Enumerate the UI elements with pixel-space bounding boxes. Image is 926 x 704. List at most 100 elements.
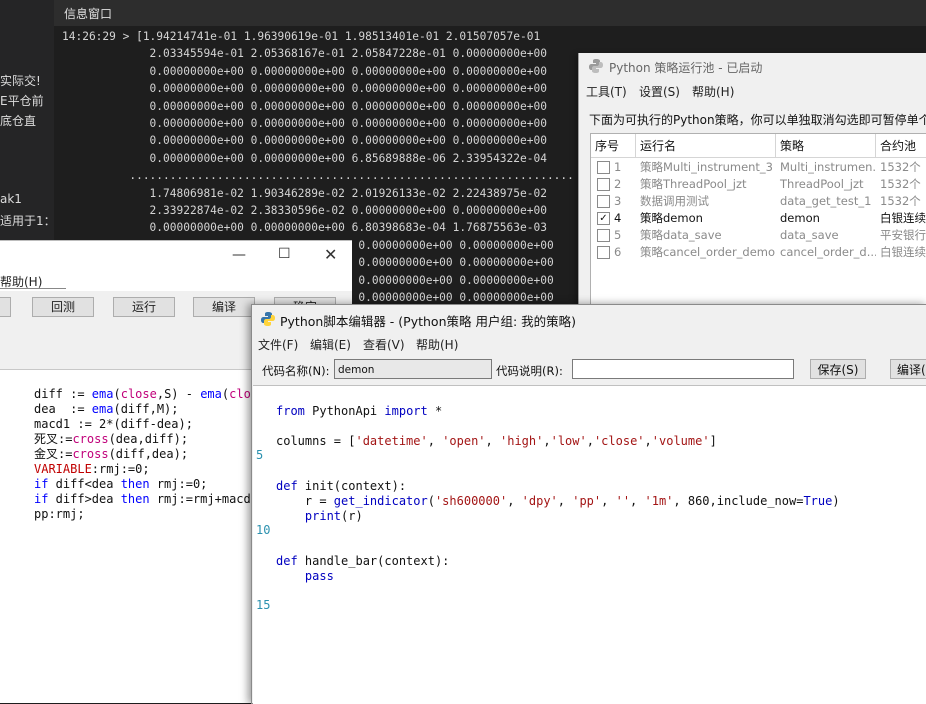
code-name-label: 代码名称(N): — [262, 364, 330, 378]
python-code-area[interactable]: 5 10 15 from PythonApi import * columns … — [253, 385, 926, 704]
row-run-name: 策略data_save — [640, 228, 722, 242]
row-pool: 1532个 — [880, 194, 921, 208]
compile-button[interactable]: 编译 — [193, 297, 255, 317]
side-text: E平仓前 — [0, 94, 44, 108]
row-pool: 白银连续 — [880, 211, 926, 225]
row-strategy: demon — [780, 211, 820, 225]
column-header-pool[interactable]: 合约池 — [876, 134, 926, 158]
strategy-pool-description: 下面为可执行的Python策略，你可以单独取消勾选即可暂停单个策 — [589, 113, 926, 127]
row-strategy: cancel_order_d... — [780, 245, 876, 259]
line-number: 10 — [256, 523, 271, 537]
toolbar-button-partial[interactable] — [0, 297, 11, 317]
line-number: 5 — [256, 448, 264, 462]
column-header-index[interactable]: 序号 — [591, 134, 636, 158]
row-checkbox[interactable] — [597, 178, 610, 191]
code-description-label: 代码说明(R): — [496, 364, 563, 378]
code-line: pp:rmj; — [34, 507, 85, 521]
row-strategy: data_save — [780, 228, 839, 242]
minimize-icon[interactable]: — — [232, 247, 246, 263]
code-line: 死叉:=cross(dea,diff); — [34, 432, 189, 446]
info-window-title: 信息窗口 — [64, 7, 113, 21]
menu-settings[interactable]: 设置(S) — [639, 83, 680, 100]
row-pool: 白银连续 — [880, 245, 926, 259]
code-description-field[interactable] — [572, 359, 794, 379]
row-strategy: data_get_test_1 — [780, 194, 872, 208]
save-button[interactable]: 保存(S) — [810, 359, 866, 379]
strategy-table: 序号 运行名 策略 合约池 1 策略Multi_instrument_3 Multi… — [590, 133, 926, 305]
row-index: 3 — [614, 194, 622, 208]
run-button[interactable]: 运行 — [113, 297, 175, 317]
log-line: 0.00000000e+00 0.00000000e+00 0.00000000… — [62, 134, 547, 148]
row-run-name: 策略ThreadPool_jzt — [640, 177, 747, 191]
close-icon[interactable]: ✕ — [324, 245, 337, 264]
info-window-header — [54, 0, 926, 26]
python-editor-title: Python脚本编辑器 - (Python策略 用户组: 我的策略) — [280, 314, 577, 329]
table-row[interactable]: 6 策略cancel_order_demon cancel_order_d... 白银… — [591, 244, 926, 261]
code-line: if diff<dea then rmj:=0; — [34, 477, 208, 491]
code-line: r = get_indicator('sh600000', 'dpy', 'pp… — [276, 494, 840, 508]
code-line: macd1 := 2*(diff-dea); — [34, 417, 193, 431]
row-run-name: 数据调用测试 — [640, 194, 709, 208]
log-line: ........................................… — [62, 169, 574, 183]
row-index: 1 — [614, 160, 622, 174]
row-strategy: Multi_instrumen... — [780, 160, 876, 174]
row-pool: 1532个 — [880, 177, 921, 191]
code-line: 金叉:=cross(diff,dea); — [34, 447, 189, 461]
code-line: print(r) — [304, 509, 363, 523]
compile-button[interactable]: 编译( — [890, 359, 926, 379]
log-line: 14:26:29 > [1.94214741e-01 1.96390619e-0… — [62, 30, 541, 43]
log-line: 2.33922874e-02 2.38330596e-02 0.00000000… — [62, 204, 547, 217]
code-line: columns = ['datetime', 'open', 'high','l… — [276, 434, 717, 448]
table-row[interactable]: 2 策略ThreadPool_jzt ThreadPool_jzt 1532个 — [591, 176, 926, 193]
side-text: 实际交! — [0, 74, 41, 88]
log-line: 0.00000000e+00 0.00000000e+00 6.80398683… — [62, 221, 547, 235]
table-row[interactable]: 5 策略data_save data_save 平安银行 — [591, 227, 926, 244]
table-row[interactable]: 1 策略Multi_instrument_3 Multi_instrumen... 1… — [591, 159, 926, 176]
line-number: 15 — [256, 598, 271, 612]
formula-editor-titlebar: — ☐ ✕ — [0, 241, 352, 271]
row-pool: 平安银行 — [880, 228, 926, 242]
log-line: 0.00000000e+00 0.00000000e+00 6.85689888… — [62, 151, 547, 165]
code-name-field[interactable]: demon — [334, 359, 492, 379]
row-index: 2 — [614, 177, 622, 191]
table-row[interactable]: 3 数据调用测试 data_get_test_1 1532个 — [591, 193, 926, 210]
menu-file[interactable]: 文件(F) — [258, 336, 298, 353]
backtest-button[interactable]: 回测 — [32, 297, 94, 317]
row-checkbox[interactable] — [597, 246, 610, 259]
log-line: 1.74806981e-02 1.90346289e-02 2.01926133… — [62, 186, 547, 200]
row-checkbox[interactable] — [597, 195, 610, 208]
menu-divider — [0, 288, 66, 289]
log-line: 0.00000000e+00 0.00000000e+00 0.00000000… — [62, 82, 547, 96]
maximize-icon[interactable]: ☐ — [278, 246, 291, 262]
log-line: 0.00000000e+00 0.00000000e+00 0.00000000… — [62, 117, 547, 130]
row-run-name: 策略Multi_instrument_3 — [640, 160, 774, 174]
menu-help[interactable]: 帮助(H) — [416, 336, 458, 353]
python-icon — [589, 59, 603, 73]
side-text: 底仓直 — [0, 114, 37, 128]
log-line: 0.00000000e+00 0.00000000e+00 0.00000000… — [62, 64, 547, 78]
column-header-run-name[interactable]: 运行名 — [636, 134, 776, 158]
column-header-strategy[interactable]: 策略 — [776, 134, 876, 158]
menu-help[interactable]: 帮助(H) — [692, 83, 734, 100]
code-line: def handle_bar(context): — [276, 554, 450, 568]
strategy-pool-window: Python 策略运行池 - 已启动 工具(T) 设置(S) 帮助(H) 下面为… — [578, 53, 926, 313]
menu-view[interactable]: 查看(V) — [363, 336, 405, 353]
python-icon — [261, 312, 275, 326]
menu-tools[interactable]: 工具(T) — [586, 83, 627, 100]
menu-edit[interactable]: 编辑(E) — [310, 336, 351, 353]
log-line: 0.00000000e+00 0.00000000e+00 0.00000000… — [62, 99, 547, 113]
log-line: 2.03345594e-01 2.05368167e-01 2.05847228… — [62, 47, 547, 61]
code-line: pass — [304, 569, 334, 583]
code-line: from PythonApi import * — [276, 404, 443, 418]
side-text: ak1 — [0, 192, 22, 206]
table-row[interactable]: ✓ 4 策略demon demon 白银连续 — [591, 210, 926, 227]
code-line: diff := ema(close,S) - ema(clos — [34, 387, 259, 401]
row-strategy: ThreadPool_jzt — [780, 177, 864, 191]
python-editor-window: Python脚本编辑器 - (Python策略 用户组: 我的策略) 文件(F)… — [251, 304, 926, 704]
row-checkbox[interactable] — [597, 161, 610, 174]
row-checkbox[interactable]: ✓ — [597, 212, 610, 225]
row-index: 5 — [614, 228, 622, 242]
row-checkbox[interactable] — [597, 229, 610, 242]
side-text: 适用于1： — [0, 214, 56, 228]
code-line: VARIABLE:rmj:=0; — [34, 462, 150, 476]
